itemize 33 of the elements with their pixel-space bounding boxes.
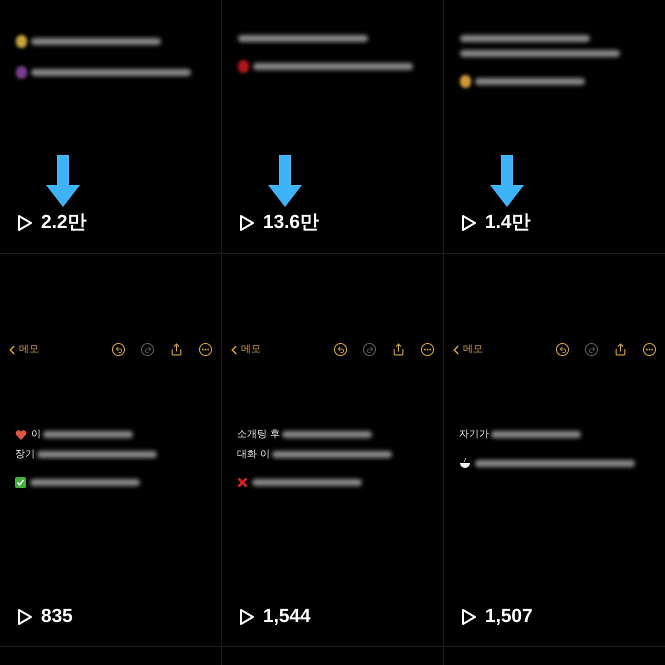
bowl-icon [459,457,471,469]
view-count: 835 [41,604,73,628]
note-text: 이 [31,428,41,442]
heart-icon [15,428,27,440]
view-count: 1,507 [485,604,533,628]
view-count: 13.6만 [263,210,319,234]
check-icon [15,477,26,488]
view-count: 1,544 [263,604,311,628]
note-text: 대화 이 [237,448,270,462]
video-thumbnail[interactable]: 2.2만 [0,0,221,253]
video-thumbnail[interactable]: 13.6만 [222,0,443,253]
note-text: 자기가 [459,428,489,442]
note-text: 장기 [15,448,35,462]
video-thumbnail[interactable]: 1.4만 [444,0,665,253]
view-count: 2.2만 [41,210,86,234]
play-icon [239,608,255,626]
play-icon [239,214,255,232]
back-label: 메모 [241,343,261,357]
video-thumbnail[interactable] [444,647,665,665]
play-icon [17,214,33,232]
back-label: 메모 [463,343,483,357]
cross-icon [237,477,248,488]
back-label: 메모 [19,343,39,357]
view-count: 1.4만 [485,210,530,234]
note-text: 소개팅 후 [237,428,280,442]
video-thumbnail[interactable]: 메모 자기가 1,507 [444,254,665,646]
play-icon [461,214,477,232]
play-icon [17,608,33,626]
video-thumbnail[interactable]: 메모 이 장기 835 [0,254,221,646]
video-thumbnail[interactable] [222,647,443,665]
video-thumbnail[interactable] [0,647,221,665]
play-icon [461,608,477,626]
video-thumbnail[interactable]: 메모 소개팅 후 대화 이 1,544 [222,254,443,646]
